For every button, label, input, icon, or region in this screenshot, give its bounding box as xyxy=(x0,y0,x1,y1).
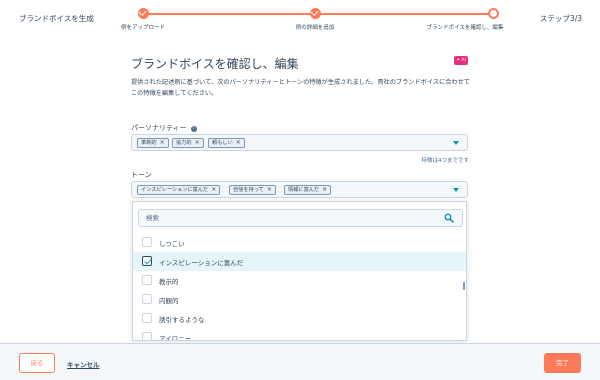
tag-label: 革新的 xyxy=(141,140,157,146)
checkbox[interactable] xyxy=(142,275,152,285)
dropdown-option[interactable]: 教示的 xyxy=(133,271,466,290)
personality-select[interactable]: 革新的 × 協力的 × 頼もしい × xyxy=(131,134,468,151)
ai-badge: ✦ AI xyxy=(454,56,468,65)
checkbox-checked[interactable] xyxy=(142,256,152,266)
app-title: ブランドボイスを生成 xyxy=(19,14,94,23)
tag-remove-icon[interactable]: × xyxy=(267,186,272,193)
option-label: 誘引するような xyxy=(159,316,205,324)
page-title: ブランドボイスを確認し、編集 xyxy=(131,57,299,71)
option-label: インスピレーションに富んだ xyxy=(159,259,244,267)
step-3-label: ブランドボイスを確認し、編集 xyxy=(426,25,504,31)
tone-tag: 自信を持って × xyxy=(229,185,276,195)
tag-remove-icon[interactable]: × xyxy=(195,139,200,146)
page-description: 提供された記述例に基づいて、次のパーソナリティーとトーンの特徴が生成されました。… xyxy=(131,79,470,97)
step-indicator: ステップ3/3 xyxy=(539,14,582,23)
step-2-label: 例の詳細を追加 xyxy=(295,25,335,31)
checkbox[interactable] xyxy=(142,313,152,323)
step-1-label: 例をアップロード xyxy=(120,25,166,31)
tag-remove-icon[interactable]: × xyxy=(160,139,165,146)
back-button[interactable]: 戻る xyxy=(19,353,55,373)
dropdown-option[interactable]: しつこい xyxy=(133,233,466,252)
tag-remove-icon[interactable]: × xyxy=(236,139,241,146)
tone-label: トーン xyxy=(131,171,152,179)
tone-tag: 情報に富んだ × xyxy=(284,185,332,195)
tone-tag: インスピレーションに富んだ × xyxy=(137,185,221,195)
personality-tag: 協力的 × xyxy=(172,138,204,148)
dropdown-caret-icon[interactable] xyxy=(453,188,459,192)
tag-label: 協力的 xyxy=(176,140,192,146)
search-icon[interactable] xyxy=(444,213,454,223)
search-box xyxy=(138,209,463,227)
dropdown-option[interactable]: 誘引するような xyxy=(133,309,466,328)
checkbox[interactable] xyxy=(142,332,152,340)
option-label: 教示的 xyxy=(159,278,179,286)
dropdown-option[interactable]: 内観的 xyxy=(133,290,466,309)
tag-label: 自信を持って xyxy=(233,187,264,193)
personality-label-row: パーソナリティー i xyxy=(131,123,197,133)
personality-tag: 頼もしい × xyxy=(208,138,245,148)
tone-select[interactable]: インスピレーションに富んだ × 自信を持って × 情報に富んだ × xyxy=(131,181,468,198)
tag-label: 頼もしい xyxy=(212,140,233,146)
done-button[interactable]: 完了 xyxy=(544,353,581,373)
tone-dropdown-menu: しつこい インスピレーションに富んだ 教示的 内観的 誘引するような アイロニー xyxy=(132,201,467,341)
tag-label: インスピレーションに富んだ xyxy=(141,187,209,193)
checkbox[interactable] xyxy=(142,237,152,247)
dropdown-scrollbar[interactable] xyxy=(463,282,465,290)
personality-tag: 革新的 × xyxy=(137,138,169,148)
cancel-link[interactable]: キャンセル xyxy=(67,359,100,369)
wizard-footer: 戻る キャンセル 完了 xyxy=(0,343,600,380)
step-2-check-icon xyxy=(310,8,321,19)
search-input[interactable] xyxy=(139,210,439,226)
dropdown-option[interactable]: アイロニー xyxy=(133,328,466,341)
tag-label: 情報に富んだ xyxy=(288,187,320,193)
tag-remove-icon[interactable]: × xyxy=(211,186,216,193)
step-1-check-icon xyxy=(138,8,149,19)
dropdown-option[interactable]: インスピレーションに富んだ xyxy=(133,252,466,271)
personality-label: パーソナリティー xyxy=(131,124,187,132)
info-icon[interactable]: i xyxy=(190,126,197,132)
dropdown-caret-icon[interactable] xyxy=(453,141,459,145)
option-label: しつこい xyxy=(159,240,185,248)
personality-hint: 特徴は4つまでです xyxy=(421,158,470,164)
step-3-current-icon xyxy=(488,8,499,19)
wizard-header: ブランドボイスを生成 例をアップロード 例の詳細を追加 ブランドボイスを確認し、… xyxy=(0,0,600,40)
checkbox[interactable] xyxy=(142,294,152,304)
option-label: 内観的 xyxy=(159,297,179,305)
option-label: アイロニー xyxy=(159,335,192,341)
tag-remove-icon[interactable]: × xyxy=(322,186,327,193)
